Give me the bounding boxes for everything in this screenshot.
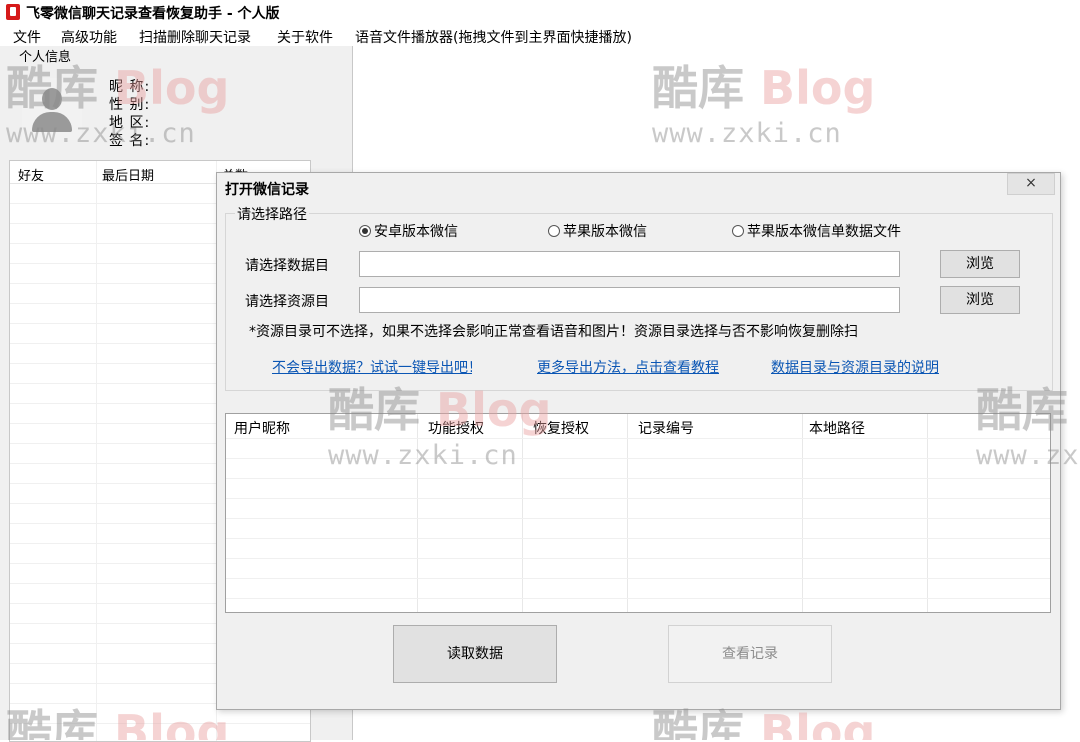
friends-col-divider	[96, 161, 97, 741]
table-row-line	[226, 598, 1050, 599]
table-row-line	[226, 518, 1050, 519]
radio-ios[interactable]: 苹果版本微信	[548, 221, 647, 241]
radio-ios-single-file[interactable]: 苹果版本微信单数据文件	[732, 221, 901, 241]
menu-bar: 文件 高级功能 扫描删除聊天记录 关于软件 语音文件播放器(拖拽文件到主界面快捷…	[0, 24, 1080, 46]
table-col-divider	[417, 414, 418, 612]
table-row-line	[226, 498, 1050, 499]
col-feature-license[interactable]: 功能授权	[428, 418, 484, 438]
dialog-title: 打开微信记录	[225, 182, 309, 198]
col-record-id[interactable]: 记录编号	[638, 418, 694, 438]
watermark-url: www.zxki.cn	[652, 118, 842, 149]
table-row-line	[226, 578, 1050, 579]
path-group-label: 请选择路径	[235, 204, 309, 224]
radio-ios-single-file-label: 苹果版本微信单数据文件	[747, 224, 901, 240]
col-last-date[interactable]: 最后日期	[102, 165, 154, 184]
directory-explanation-link[interactable]: 数据目录与资源目录的说明	[771, 357, 939, 377]
table-row-line	[226, 478, 1050, 479]
col-recovery-license[interactable]: 恢复授权	[533, 418, 589, 438]
read-data-button[interactable]: 读取数据	[393, 625, 557, 683]
table-row-line	[226, 558, 1050, 559]
table-col-divider	[802, 414, 803, 612]
watermark-brand: 酷库 Blog	[652, 61, 876, 115]
view-records-button: 查看记录	[668, 625, 832, 683]
radio-ios-label: 苹果版本微信	[563, 224, 647, 240]
window-title: 飞零微信聊天记录查看恢复助手 - 个人版	[26, 6, 280, 22]
col-local-path[interactable]: 本地路径	[809, 418, 865, 438]
menu-file[interactable]: 文件	[13, 27, 41, 47]
avatar-body-icon	[32, 112, 72, 132]
open-records-dialog: 打开微信记录 × 请选择路径 安卓版本微信 苹果版本微信 苹果版本微信单数据文件…	[216, 172, 1061, 710]
resource-dir-label: 请选择资源目	[245, 294, 329, 310]
data-dir-label: 请选择数据目	[245, 258, 329, 274]
radio-android-label: 安卓版本微信	[374, 224, 458, 240]
friends-row-line	[10, 723, 310, 724]
radio-unchecked-icon	[548, 225, 560, 237]
nickname-label: 昵 称:	[109, 79, 151, 95]
more-export-methods-link[interactable]: 更多导出方法，点击查看教程	[537, 357, 721, 377]
table-row-line	[226, 458, 1050, 459]
menu-voice-player[interactable]: 语音文件播放器(拖拽文件到主界面快捷播放)	[355, 27, 632, 47]
title-bar: 飞零微信聊天记录查看恢复助手 - 个人版	[0, 0, 1080, 24]
resource-dir-note: *资源目录可不选择，如果不选择会影响正常查看语音和图片！资源目录选择与否不影响恢…	[249, 324, 858, 340]
gender-label: 性 别:	[109, 97, 151, 113]
browse-data-dir-button[interactable]: 浏览	[940, 250, 1020, 278]
col-friend[interactable]: 好友	[18, 165, 44, 184]
signature-label: 签 名:	[109, 133, 151, 149]
col-user-nickname[interactable]: 用户昵称	[234, 418, 290, 438]
data-dir-input[interactable]	[359, 251, 900, 277]
avatar	[22, 78, 82, 140]
resource-dir-input[interactable]	[359, 287, 900, 313]
menu-scan-deleted[interactable]: 扫描删除聊天记录	[139, 27, 251, 47]
avatar-head-icon	[42, 88, 62, 110]
account-table[interactable]: 用户昵称 功能授权 恢复授权 记录编号 本地路径	[225, 413, 1051, 613]
table-col-divider	[522, 414, 523, 612]
profile-group-label: 个人信息	[17, 46, 74, 65]
menu-about[interactable]: 关于软件	[277, 27, 333, 47]
watermark: 酷库 Blog www.zxki.cn	[652, 52, 875, 149]
table-row-line	[226, 438, 1050, 439]
menu-advanced[interactable]: 高级功能	[61, 27, 117, 47]
radio-checked-icon	[359, 225, 371, 237]
app-icon	[6, 4, 20, 20]
one-click-export-link[interactable]: 不会导出数据？试试一键导出吧！	[272, 357, 472, 377]
table-col-divider	[927, 414, 928, 612]
browse-resource-dir-button[interactable]: 浏览	[940, 286, 1020, 314]
table-row-line	[226, 538, 1050, 539]
region-label: 地 区:	[109, 115, 151, 131]
close-icon[interactable]: ×	[1007, 173, 1055, 195]
table-col-divider	[627, 414, 628, 612]
radio-android[interactable]: 安卓版本微信	[359, 221, 458, 241]
radio-unchecked-icon	[732, 225, 744, 237]
